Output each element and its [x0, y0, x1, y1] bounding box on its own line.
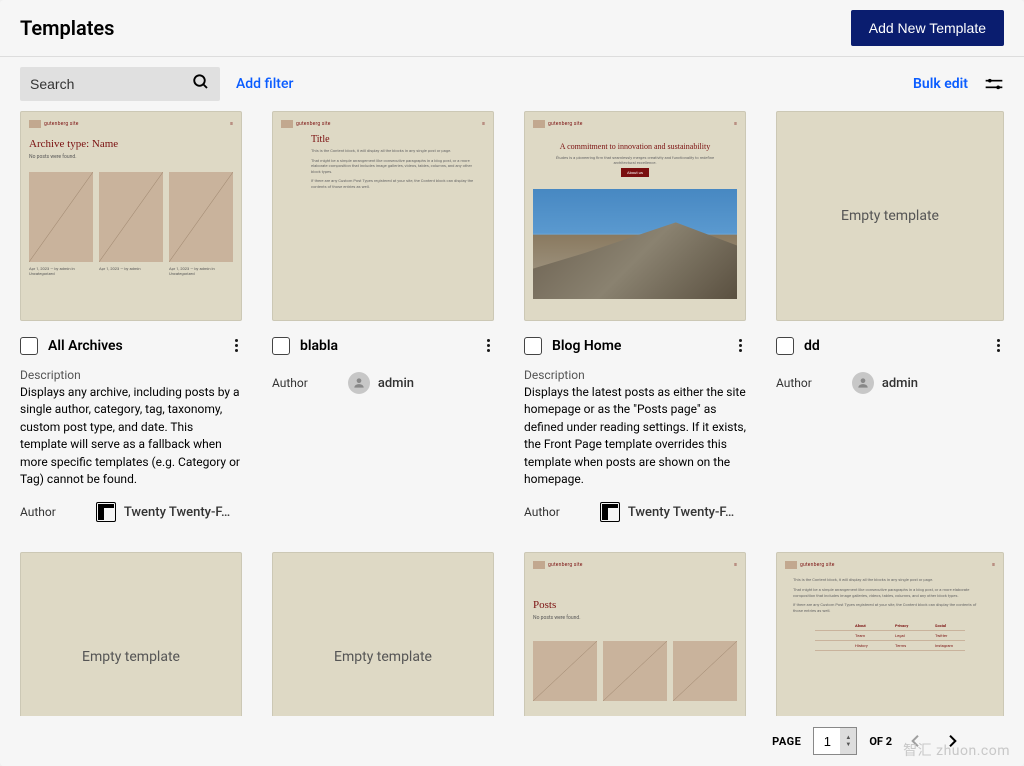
- author-label: Author: [20, 505, 56, 519]
- template-preview[interactable]: gutenberg site≡ Title This is the Conten…: [272, 111, 494, 321]
- toolbar-right: Bulk edit: [913, 74, 1004, 94]
- view-options-icon[interactable]: [984, 74, 1004, 94]
- template-actions-menu[interactable]: [483, 333, 494, 358]
- template-author: admin: [852, 372, 918, 394]
- template-checkbox[interactable]: [524, 337, 542, 355]
- search-input[interactable]: [30, 76, 170, 92]
- template-card: gutenberg site≡ A commitment to innovati…: [524, 111, 746, 522]
- template-description: Displays any archive, including posts by…: [20, 384, 242, 488]
- author-label: Author: [524, 505, 560, 519]
- description-label: Description: [524, 368, 746, 382]
- template-card: gutenberg site≡ This is the Content bloc…: [776, 552, 1004, 718]
- prev-page-button[interactable]: [904, 729, 928, 753]
- template-preview[interactable]: gutenberg site≡ A commitment to innovati…: [524, 111, 746, 321]
- template-author: admin: [348, 372, 414, 394]
- of-label: OF 2: [869, 735, 892, 748]
- template-title[interactable]: blabla: [300, 338, 338, 354]
- template-card: gutenberg site≡ Title This is the Conten…: [272, 111, 494, 522]
- author-label: Author: [272, 376, 308, 390]
- author-label: Author: [776, 376, 812, 390]
- template-checkbox[interactable]: [20, 337, 38, 355]
- template-actions-menu[interactable]: [231, 333, 242, 358]
- template-title[interactable]: dd: [804, 338, 820, 354]
- template-card: Empty template: [20, 552, 242, 718]
- template-preview[interactable]: Empty template: [20, 552, 242, 718]
- user-avatar-icon: [852, 372, 874, 394]
- template-preview[interactable]: gutenberg site≡ Archive type: Name No po…: [20, 111, 242, 321]
- template-card: gutenberg site≡ Posts No posts were foun…: [524, 552, 746, 718]
- description-label: Description: [20, 368, 242, 382]
- pagination-bar: PAGE ▲▼ OF 2: [0, 716, 1024, 766]
- next-page-button[interactable]: [940, 729, 964, 753]
- theme-icon: [96, 502, 116, 522]
- search-icon: [192, 73, 210, 95]
- template-card: Empty template: [272, 552, 494, 718]
- bulk-edit-button[interactable]: Bulk edit: [913, 76, 968, 92]
- templates-scroll-area[interactable]: gutenberg site≡ Archive type: Name No po…: [0, 111, 1024, 718]
- user-avatar-icon: [348, 372, 370, 394]
- page-stepper[interactable]: ▲▼: [840, 728, 856, 754]
- template-title[interactable]: All Archives: [48, 338, 123, 354]
- template-checkbox[interactable]: [272, 337, 290, 355]
- add-filter-button[interactable]: Add filter: [236, 76, 293, 92]
- template-description: Displays the latest posts as either the …: [524, 384, 746, 488]
- theme-icon: [600, 502, 620, 522]
- template-card: Empty template dd Author admin: [776, 111, 1004, 522]
- template-preview[interactable]: gutenberg site≡ This is the Content bloc…: [776, 552, 1004, 718]
- page-label: PAGE: [772, 735, 801, 748]
- add-new-template-button[interactable]: Add New Template: [851, 10, 1004, 46]
- page-input-container: ▲▼: [813, 727, 857, 755]
- page-container: Templates Add New Template Add filter Bu…: [0, 0, 1024, 766]
- template-preview[interactable]: Empty template: [776, 111, 1004, 321]
- header-bar: Templates Add New Template: [0, 0, 1024, 56]
- template-title[interactable]: Blog Home: [552, 338, 621, 354]
- toolbar-left: Add filter: [20, 67, 293, 101]
- template-author: Twenty Twenty-F…: [600, 502, 734, 522]
- search-container[interactable]: [20, 67, 220, 101]
- template-actions-menu[interactable]: [735, 333, 746, 358]
- page-title: Templates: [20, 16, 114, 40]
- template-preview[interactable]: gutenberg site≡ Posts No posts were foun…: [524, 552, 746, 718]
- template-actions-menu[interactable]: [993, 333, 1004, 358]
- page-number-input[interactable]: [814, 728, 840, 754]
- toolbar: Add filter Bulk edit: [0, 57, 1024, 111]
- template-checkbox[interactable]: [776, 337, 794, 355]
- template-card: gutenberg site≡ Archive type: Name No po…: [20, 111, 242, 522]
- templates-grid: gutenberg site≡ Archive type: Name No po…: [20, 111, 1004, 718]
- template-author: Twenty Twenty-F…: [96, 502, 230, 522]
- template-preview[interactable]: Empty template: [272, 552, 494, 718]
